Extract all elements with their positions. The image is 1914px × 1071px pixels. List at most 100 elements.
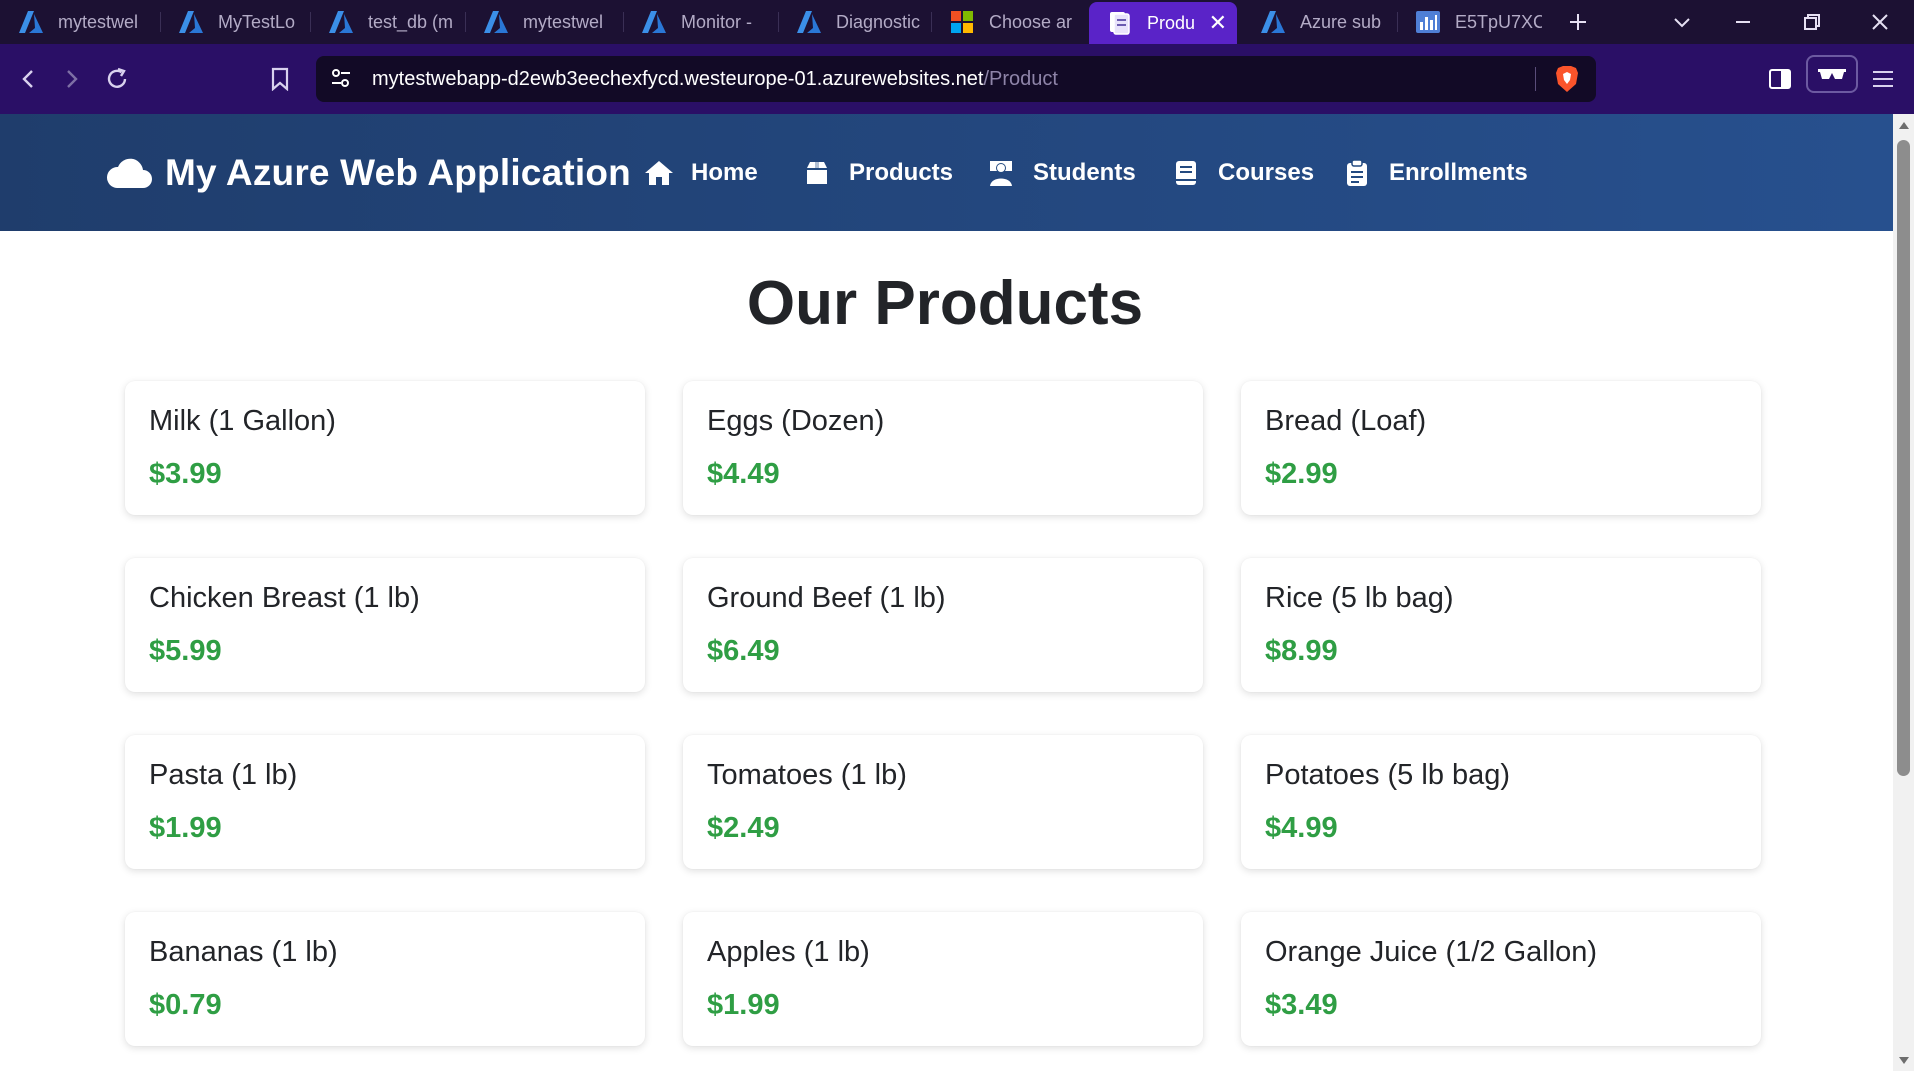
product-name: Chicken Breast (1 lb) (149, 582, 420, 614)
nav-label: Students (1033, 158, 1136, 186)
browser-tab[interactable]: MyTestLo (160, 0, 310, 44)
browser-tab[interactable]: E5TpU7XC (1397, 0, 1552, 44)
product-name: Apples (1 lb) (707, 936, 870, 968)
address-bar[interactable]: mytestwebapp-d2ewb3eechexfycd.westeurope… (316, 56, 1596, 102)
sidebar-icon (1769, 69, 1791, 89)
product-card: Ground Beef (1 lb) $6.49 (683, 558, 1203, 692)
nav-home[interactable]: Home (643, 114, 758, 231)
tab-label: test_db (m (368, 11, 454, 32)
product-name: Rice (5 lb bag) (1265, 582, 1454, 614)
product-price: $5.99 (149, 635, 222, 667)
plus-icon (1570, 14, 1586, 30)
azure-icon (641, 9, 667, 35)
browser-tab[interactable]: Azure sub (1242, 0, 1397, 44)
tab-label: Choose ar (989, 11, 1073, 32)
bookmark-icon (271, 67, 289, 91)
reload-icon (107, 67, 127, 88)
nav-courses[interactable]: Courses (1170, 114, 1314, 231)
book-icon (1170, 157, 1202, 189)
azure-icon (483, 9, 509, 35)
chevron-down-icon (1674, 18, 1690, 28)
product-price: $1.99 (707, 989, 780, 1021)
close-tab-icon[interactable]: ✕ (1199, 10, 1227, 36)
tab-label: MyTestLo (218, 11, 296, 32)
product-name: Bread (Loaf) (1265, 405, 1427, 437)
product-card: Pasta (1 lb) $1.99 (125, 735, 645, 869)
product-card: Apples (1 lb) $1.99 (683, 912, 1203, 1046)
clipboard-icon (1341, 157, 1373, 189)
page-icon (1107, 10, 1133, 36)
product-card: Tomatoes (1 lb) $2.49 (683, 735, 1203, 869)
browser-tab-active[interactable]: Produ ✕ (1089, 2, 1237, 44)
site-brand-link[interactable]: My Azure Web Application (105, 114, 631, 231)
minimize-button[interactable] (1718, 0, 1768, 44)
browser-tab[interactable]: Choose ar (931, 0, 1084, 44)
product-card: Chicken Breast (1 lb) $5.99 (125, 558, 645, 692)
reload-button[interactable] (97, 59, 137, 99)
cloud-icon (105, 153, 153, 193)
back-arrow-icon (22, 70, 33, 88)
site-settings-icon[interactable] (330, 67, 352, 94)
browser-tab-strip: mytestwel MyTestLo test_db (m mytestwel … (0, 0, 1914, 44)
tab-label: Diagnostic (836, 11, 921, 32)
forward-arrow-icon (67, 70, 78, 88)
browser-tab[interactable]: test_db (m (310, 0, 465, 44)
bookmark-button[interactable] (260, 59, 300, 99)
microsoft-icon (949, 9, 975, 35)
nav-label: Home (691, 158, 758, 186)
product-price: $3.49 (1265, 989, 1338, 1021)
product-card: Rice (5 lb bag) $8.99 (1241, 558, 1761, 692)
product-price: $2.99 (1265, 458, 1338, 490)
product-price: $6.49 (707, 635, 780, 667)
azure-icon (18, 9, 44, 35)
nav-enrollments[interactable]: Enrollments (1341, 114, 1528, 231)
minimize-icon (1736, 21, 1750, 23)
scroll-up-arrow-icon[interactable] (1897, 118, 1910, 132)
tab-label: mytestwel (523, 11, 604, 32)
site-navbar: My Azure Web Application Home Products S… (0, 114, 1893, 231)
url-host: mytestwebapp-d2ewb3eechexfycd.westeurope… (372, 67, 984, 90)
tab-label: mytestwel (58, 11, 139, 32)
tab-search-button[interactable] (1657, 0, 1707, 44)
sidebar-toggle-button[interactable] (1760, 59, 1800, 99)
nav-products[interactable]: Products (801, 114, 953, 231)
product-card: Potatoes (5 lb bag) $4.99 (1241, 735, 1761, 869)
nav-students[interactable]: Students (985, 114, 1136, 231)
home-icon (643, 157, 675, 189)
chart-icon (1415, 9, 1441, 35)
product-name: Orange Juice (1/2 Gallon) (1265, 936, 1598, 968)
close-window-button[interactable] (1855, 0, 1905, 44)
menu-button[interactable] (1863, 59, 1903, 99)
restore-button[interactable] (1787, 0, 1837, 44)
product-price: $4.49 (707, 458, 780, 490)
browser-tab[interactable]: Monitor - (623, 0, 778, 44)
product-card: Orange Juice (1/2 Gallon) $3.49 (1241, 912, 1761, 1046)
new-tab-button[interactable] (1553, 0, 1603, 44)
product-price: $4.99 (1265, 812, 1338, 844)
site-brand-text: My Azure Web Application (165, 151, 631, 193)
browser-tab[interactable]: mytestwel (465, 0, 623, 44)
product-price: $2.49 (707, 812, 780, 844)
close-icon (1872, 14, 1888, 30)
hamburger-icon (1873, 71, 1893, 87)
brave-shields-icon[interactable] (1554, 65, 1580, 98)
back-button[interactable] (8, 59, 48, 99)
glasses-icon (1818, 69, 1846, 79)
product-name: Pasta (1 lb) (149, 759, 298, 791)
product-name: Potatoes (5 lb bag) (1265, 759, 1511, 791)
browser-tab[interactable]: mytestwel (0, 0, 160, 44)
reader-mode-button[interactable] (1806, 55, 1858, 93)
product-name: Eggs (Dozen) (707, 405, 885, 437)
product-card: Milk (1 Gallon) $3.99 (125, 381, 645, 515)
browser-toolbar: mytestwebapp-d2ewb3eechexfycd.westeurope… (0, 44, 1914, 114)
product-card: Bread (Loaf) $2.99 (1241, 381, 1761, 515)
scrollbar-thumb[interactable] (1897, 140, 1910, 776)
forward-button[interactable] (52, 59, 92, 99)
browser-tab[interactable]: Diagnostic (778, 0, 931, 44)
product-name: Tomatoes (1 lb) (707, 759, 907, 791)
product-price: $3.99 (149, 458, 222, 490)
azure-icon (796, 9, 822, 35)
scroll-down-arrow-icon[interactable] (1897, 1054, 1910, 1068)
restore-icon (1804, 14, 1820, 30)
page-title: Our Products (746, 269, 1144, 338)
